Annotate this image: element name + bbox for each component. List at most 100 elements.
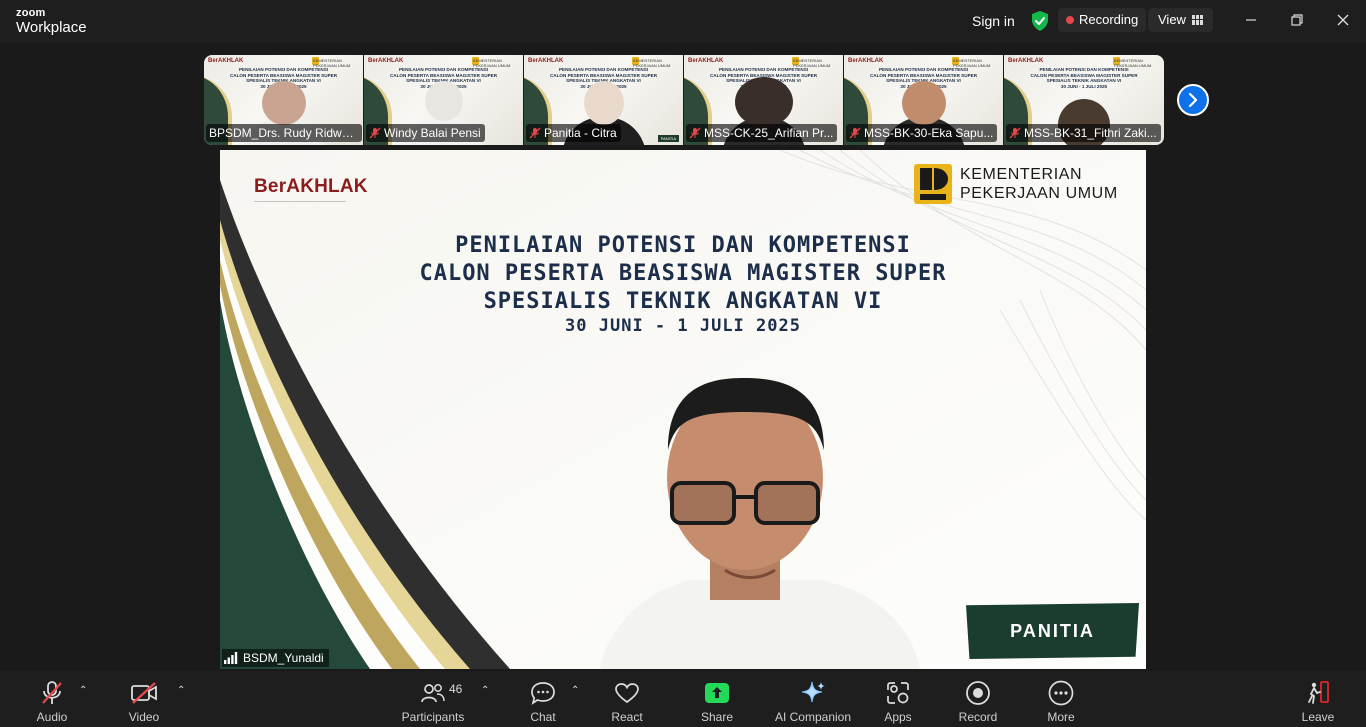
apps-label: Apps [884, 710, 912, 724]
thumbnail-name-label: MSS-CK-25_Arifian Pr... [686, 124, 838, 142]
participant-thumbnail[interactable]: BerAKHLAK KEMENTERIAN PEKERJAAN UMUM PEN… [684, 55, 844, 145]
chevron-right-icon [1188, 93, 1198, 107]
participant-name: Panitia - Citra [544, 126, 617, 140]
audio-button[interactable]: Audio [32, 671, 72, 727]
next-page-button[interactable] [1177, 84, 1209, 116]
audio-label: Audio [36, 710, 68, 724]
more-button[interactable]: More [1041, 671, 1081, 727]
berakhlak-logo-small: BerAKHLAK [208, 58, 244, 64]
recording-label: Recording [1079, 12, 1139, 27]
participant-thumbnail[interactable]: BerAKHLAK KEMENTERIAN PEKERJAAN UMUM PEN… [204, 55, 364, 145]
mic-muted-icon [369, 127, 381, 139]
slide-background-graphic [220, 150, 1146, 669]
mic-muted-icon [42, 681, 62, 704]
thumbnail-name-label: Windy Balai Pensi [366, 124, 485, 142]
participants-options-caret[interactable]: ⌃ [481, 685, 489, 696]
slide-title-block: PENILAIAN POTENSI DAN KOMPETENSI CALON P… [220, 232, 1146, 338]
mic-muted-icon [529, 127, 541, 139]
chat-button[interactable]: Chat [523, 671, 563, 727]
participant-name: MSS-CK-25_Arifian Pr... [704, 126, 834, 140]
berakhlak-logo-small: BerAKHLAK [848, 58, 884, 64]
thumbnail-name-label: MSS-BK-31_Fithri Zaki... [1006, 124, 1161, 142]
participants-icon [421, 684, 445, 703]
ministry-emblem-icon [914, 164, 952, 204]
apps-icon [887, 682, 909, 704]
signal-strength-icon [224, 652, 238, 664]
leave-button[interactable]: Leave [1298, 671, 1338, 727]
participant-count: 46 [449, 682, 463, 696]
participant-head [584, 81, 624, 125]
close-icon [1337, 14, 1349, 26]
restore-window-button[interactable] [1282, 8, 1312, 32]
ai-companion-button[interactable]: AI Companion [772, 671, 854, 727]
mic-muted-icon [1009, 127, 1021, 139]
ministry-line2: PEKERJAAN UMUM [960, 185, 1118, 202]
berakhlak-logo-small: BerAKHLAK [528, 58, 564, 64]
share-screen-icon [705, 683, 729, 703]
ai-companion-label: AI Companion [774, 710, 852, 724]
meeting-stage: BerAKHLAK KEMENTERIAN PEKERJAAN UMUM PEN… [0, 43, 1366, 671]
speaker-name: BSDM_Yunaldi [243, 651, 324, 665]
participant-thumbnail[interactable]: BerAKHLAK KEMENTERIAN PEKERJAAN UMUM PEN… [844, 55, 1004, 145]
active-speaker-video[interactable]: BerAKHLAK ———————————————————— KEMENTERI… [220, 150, 1146, 669]
slide-date-line: 30 JUNI - 1 JULI 2025 [565, 316, 801, 336]
chat-options-caret[interactable]: ⌃ [571, 685, 579, 696]
panitia-badge: PANITIA [966, 603, 1139, 659]
chat-label: Chat [530, 710, 556, 724]
participant-thumbnail[interactable]: BerAKHLAK KEMENTERIAN PEKERJAAN UMUM PEN… [524, 55, 684, 145]
berakhlak-logo-small: BerAKHLAK [688, 58, 724, 64]
sign-in-button[interactable]: Sign in [964, 9, 1023, 33]
video-button[interactable]: Video [124, 671, 164, 727]
logo-zoom-text: zoom [16, 7, 46, 19]
apps-button[interactable]: Apps [878, 671, 918, 727]
slide-title-line3: SPESIALIS TEKNIK ANGKATAN VI [483, 289, 883, 314]
leave-door-icon [1308, 681, 1329, 704]
berakhlak-logo-small: BerAKHLAK [368, 58, 404, 64]
participant-name: MSS-BK-31_Fithri Zaki... [1024, 126, 1157, 140]
record-label: Record [958, 710, 998, 724]
video-label: Video [128, 710, 160, 724]
participant-head [735, 77, 793, 127]
zoom-workplace-logo: zoom Workplace [16, 7, 87, 36]
slide-title-line2: CALON PESERTA BEASISWA MAGISTER SUPER [419, 261, 947, 286]
berakhlak-logo-small: BerAKHLAK [1008, 58, 1044, 64]
participants-button[interactable]: Participants [398, 671, 468, 727]
participant-head [902, 81, 946, 125]
more-options-icon [1048, 680, 1074, 706]
thumbnail-name-label: Panitia - Citra [526, 124, 621, 142]
close-window-button[interactable] [1328, 8, 1358, 32]
video-off-icon [131, 682, 157, 704]
participant-name: BPSDM_Drs. Rudy Ridwa... [209, 126, 358, 140]
thumbnail-name-label: MSS-BK-30-Eka Sapu... [846, 124, 998, 142]
minimize-window-button[interactable] [1236, 8, 1266, 32]
heart-icon [615, 683, 639, 704]
view-button[interactable]: View [1148, 8, 1213, 32]
participant-head [425, 81, 463, 121]
chat-icon [531, 682, 555, 705]
participant-thumbnail[interactable]: BerAKHLAK KEMENTERIAN PEKERJAAN UMUM PEN… [1004, 55, 1164, 145]
react-label: React [611, 710, 643, 724]
recording-indicator-button[interactable]: Recording [1058, 8, 1147, 32]
record-button[interactable]: Record [956, 671, 1000, 727]
security-shield-icon[interactable] [1031, 11, 1049, 31]
mic-muted-icon [849, 127, 861, 139]
meeting-toolbar: Audio ⌃ Video ⌃ Participants 46 ⌃ Chat ⌃… [0, 671, 1366, 727]
panitia-badge-small: PANITIA [657, 135, 679, 142]
mic-muted-icon [689, 127, 701, 139]
ai-sparkle-icon [801, 681, 825, 703]
ministry-line1: KEMENTERIAN [960, 166, 1083, 183]
share-button[interactable]: Share [696, 671, 738, 727]
audio-options-caret[interactable]: ⌃ [79, 685, 87, 696]
logo-workplace-text: Workplace [16, 19, 87, 36]
video-options-caret[interactable]: ⌃ [177, 685, 185, 696]
slide-title-line1: PENILAIAN POTENSI DAN KOMPETENSI [455, 233, 911, 258]
react-button[interactable]: React [607, 671, 647, 727]
participant-name: Windy Balai Pensi [384, 126, 481, 140]
leave-label: Leave [1301, 710, 1335, 724]
thumbnail-slide-title: PENILAIAN POTENSI DAN KOMPETENSI CALON P… [1030, 67, 1138, 89]
share-label: Share [700, 710, 734, 724]
more-label: More [1047, 710, 1075, 724]
participant-thumbnail[interactable]: BerAKHLAK KEMENTERIAN PEKERJAAN UMUM PEN… [364, 55, 524, 145]
berakhlak-logo: BerAKHLAK ———————————————————— [254, 176, 368, 204]
ministry-logo: KEMENTERIAN PEKERJAAN UMUM [914, 164, 1118, 204]
